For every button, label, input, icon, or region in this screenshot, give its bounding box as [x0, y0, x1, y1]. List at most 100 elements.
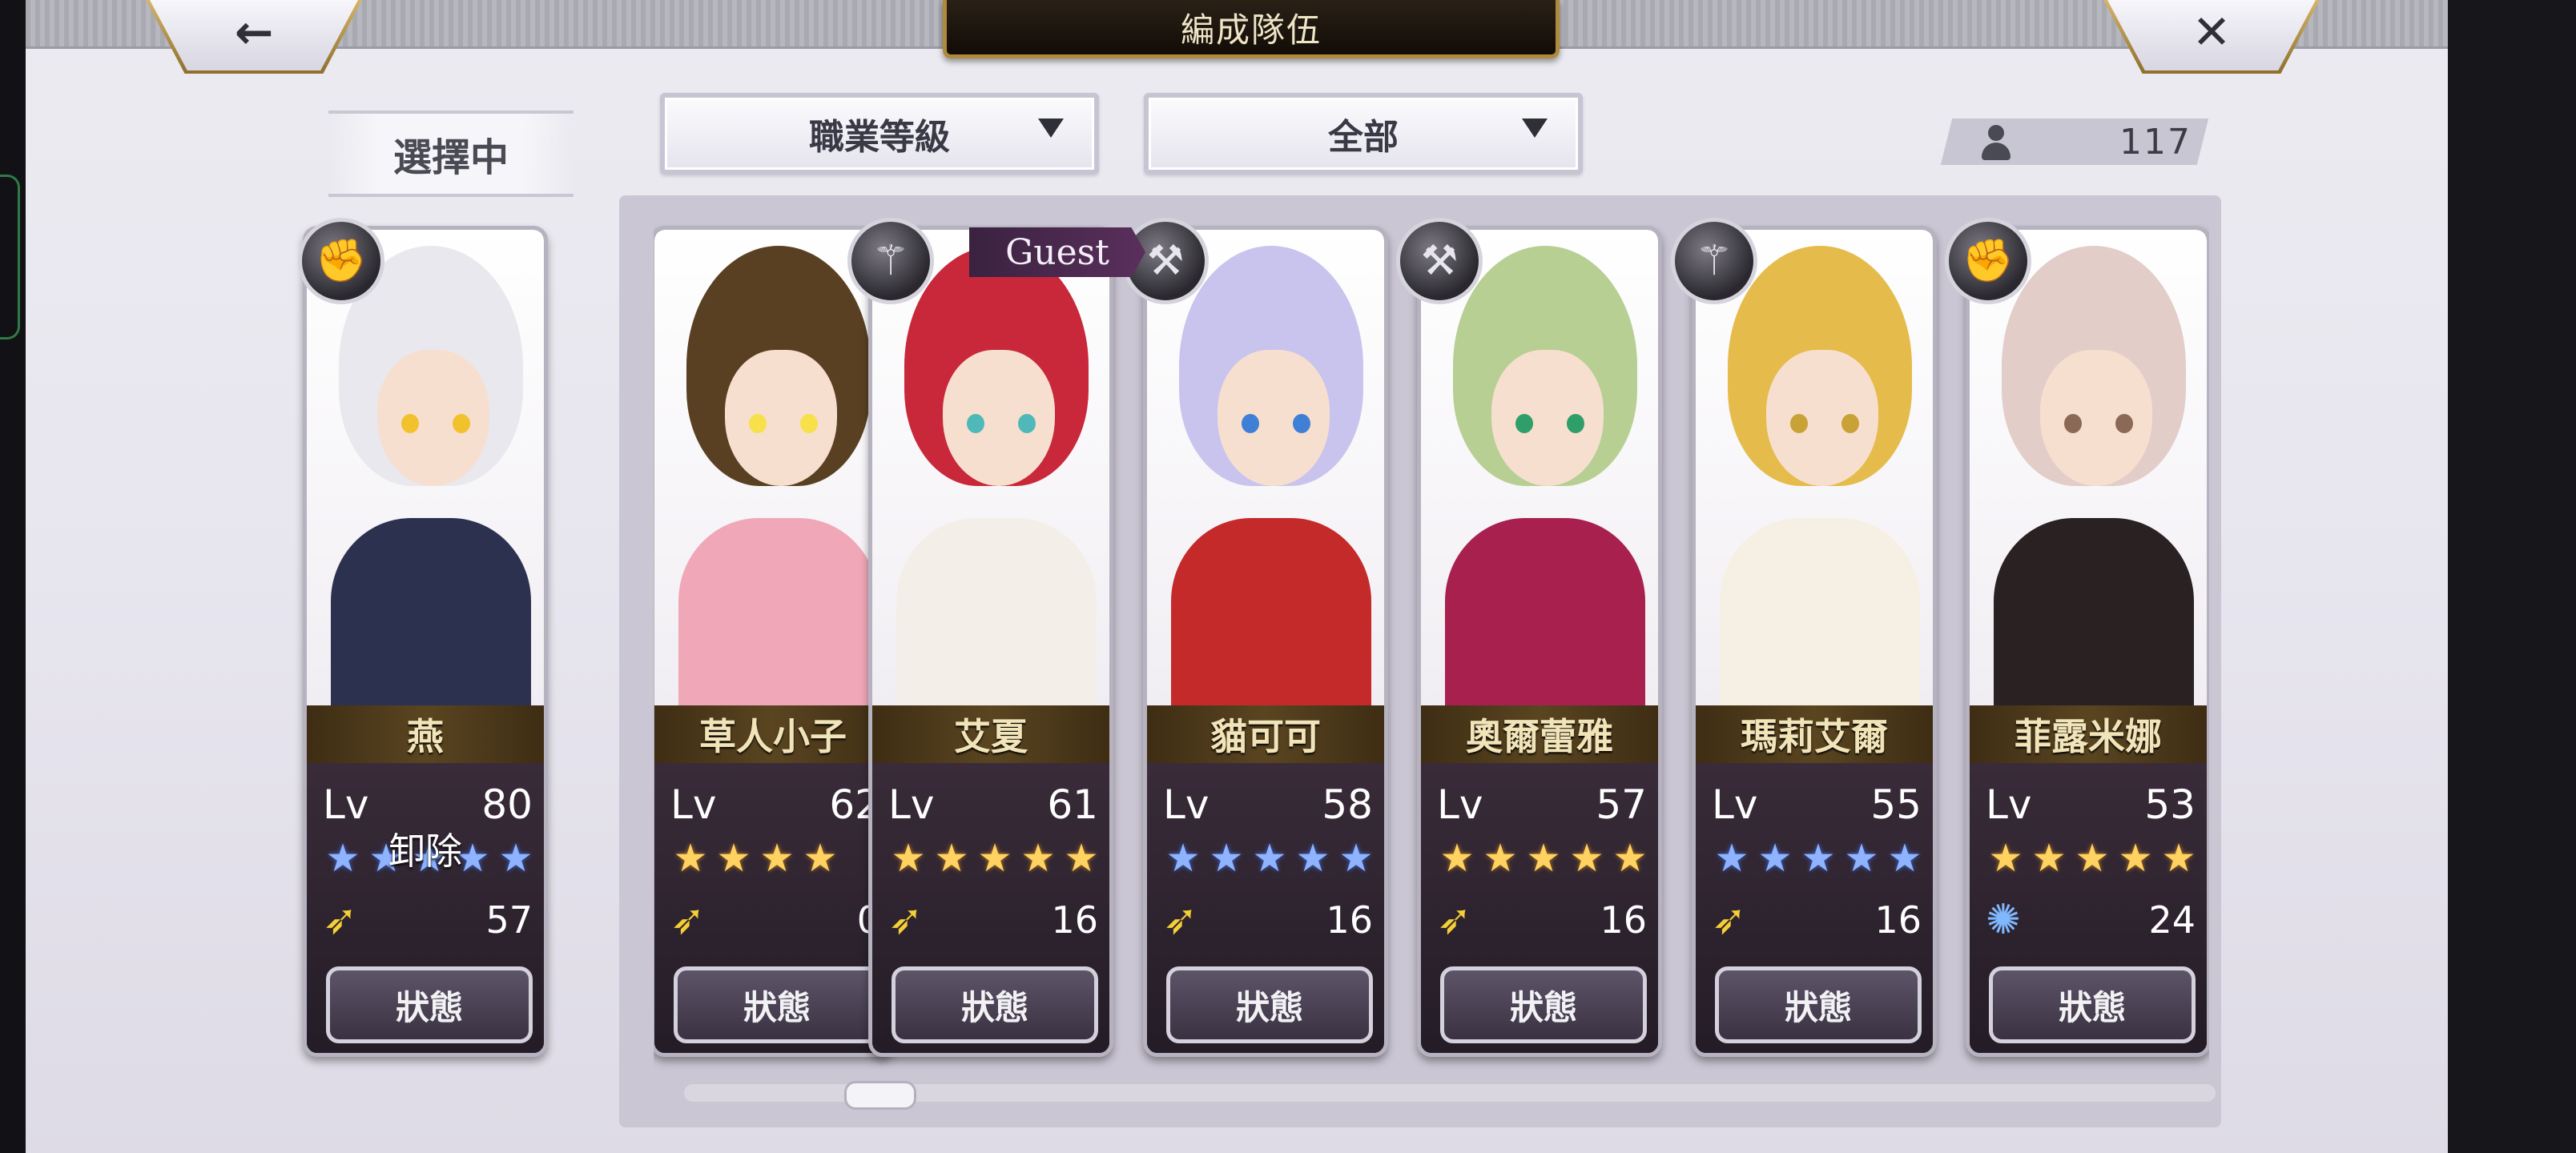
wind-element-icon: ➶ [888, 896, 924, 944]
portrait-eye [453, 414, 470, 433]
side-handle[interactable] [0, 175, 20, 339]
element-value: 16 [1326, 898, 1373, 942]
portrait-outfit [1994, 518, 2194, 726]
character-card[interactable]: 艾夏 Lv 61 ★ ★ ★ ★ ★ ➶ 16 狀態 [868, 226, 1113, 1057]
element-value: 16 [1051, 898, 1098, 942]
portrait-outfit [1720, 518, 1920, 726]
star-icon: ★ [2031, 836, 2067, 881]
character-card[interactable]: 菲露米娜 Lv 53 ★ ★ ★ ★ ★ ✺ 24 狀態 [1966, 226, 2209, 1057]
star-icon: ★ [1439, 836, 1475, 881]
release-label[interactable]: 卸除 [307, 822, 544, 875]
roster-scroll-thumb[interactable] [844, 1081, 916, 1110]
class-glyph: ✊ [1962, 237, 2015, 285]
star-icon: ★ [1165, 836, 1201, 881]
portrait-eye [401, 414, 419, 433]
character-portrait [1421, 230, 1658, 726]
portrait-face [2040, 350, 2152, 486]
portrait-eye [800, 414, 818, 433]
level-label: Lv [1986, 781, 2032, 828]
fist-icon: ✊ [1945, 218, 2031, 304]
status-button[interactable]: 狀態 [1989, 966, 2196, 1043]
element-value: 16 [1874, 898, 1922, 942]
class-glyph: ✊ [315, 237, 368, 285]
portrait-face [1491, 350, 1604, 486]
portrait-eye [1293, 414, 1310, 433]
character-card[interactable]: 草人小子 Lv 62 ★★★★ ➶ 0 狀態 [654, 226, 896, 1057]
star-icon: ★ [2161, 836, 2196, 881]
status-button[interactable]: 狀態 [326, 966, 533, 1043]
water-element-icon: ✺ [1986, 896, 2021, 944]
character-name-band: 瑪莉艾爾 [1696, 705, 1933, 763]
rarity-stars: ★ ★ ★ ★ ★ [1710, 837, 1926, 880]
status-button[interactable]: 狀態 [1166, 966, 1373, 1043]
star-icon: ★ [1612, 836, 1648, 881]
element-row: ➶ 57 [323, 896, 533, 944]
star-icon: ★ [1252, 836, 1287, 881]
selected-slot-label: 選擇中 [328, 110, 574, 197]
portrait-eye [749, 414, 767, 433]
page-title: 編成隊伍 [1180, 10, 1322, 50]
character-name: 瑪莉艾爾 [1741, 715, 1888, 758]
status-button[interactable]: 狀態 [1440, 966, 1647, 1043]
star-icon: ★ [1988, 836, 2023, 881]
rarity-stars: ★ ★ ★ ★ ★ [887, 837, 1103, 880]
wind-element-icon: ➶ [1437, 896, 1472, 944]
level-label: Lv [323, 781, 369, 828]
character-name-band: 艾夏 [872, 705, 1109, 763]
star-icon: ★ [1483, 836, 1518, 881]
status-button-label: 狀態 [1509, 987, 1577, 1027]
character-name-band: 草人小子 [654, 705, 892, 763]
star-icon: ★ [1844, 836, 1879, 881]
class-glyph: ⚒ [1146, 237, 1185, 285]
level-row: Lv 62 [670, 781, 880, 829]
character-name-band: 貓可可 [1147, 705, 1384, 763]
status-button[interactable]: 狀態 [1715, 966, 1922, 1043]
axe-icon: ⚒ [1396, 218, 1483, 304]
portrait-outfit [1445, 518, 1645, 726]
character-portrait [1147, 230, 1384, 726]
level-label: Lv [1437, 781, 1483, 828]
level-label: Lv [1712, 781, 1758, 828]
star-icon: ★ [1569, 836, 1604, 881]
star-icon: ★ [716, 836, 751, 881]
level-value: 57 [1596, 781, 1647, 828]
character-stats: Lv 55 ★ ★ ★ ★ ★ ➶ 16 狀態 [1696, 763, 1933, 1053]
sort-dropdown-value: 職業等級 [809, 117, 950, 158]
portrait-face [943, 350, 1055, 486]
rarity-stars: ★ ★ ★ ★ ★ [1435, 837, 1652, 880]
wind-element-icon: ➶ [670, 896, 706, 944]
level-row: Lv 61 [888, 781, 1098, 829]
chevron-down-icon [1038, 119, 1064, 138]
star-icon: ★ [673, 836, 708, 881]
chevron-down-icon [1522, 119, 1548, 138]
roster-list[interactable]: 草人小子 Lv 62 ★★★★ ➶ 0 狀態 艾夏 [654, 224, 2209, 1073]
star-icon: ★ [1526, 836, 1561, 881]
status-button[interactable]: 狀態 [674, 966, 880, 1043]
level-value: 55 [1870, 781, 1922, 828]
category-dropdown[interactable]: 全部 [1144, 93, 1583, 175]
right-border [2448, 0, 2576, 1153]
level-row: Lv 58 [1163, 781, 1373, 829]
wind-element-icon: ➶ [1712, 896, 1747, 944]
rarity-stars: ★ ★ ★ ★ [669, 837, 885, 880]
rarity-stars: ★ ★ ★ ★ ★ [1984, 837, 2200, 880]
staff-icon: ⚚ [1671, 218, 1757, 304]
status-button[interactable]: 狀態 [892, 966, 1098, 1043]
status-button-label: 狀態 [743, 987, 811, 1027]
character-name: 菲露米娜 [2015, 715, 2162, 758]
person-icon [1978, 123, 2014, 160]
character-card[interactable]: 奧爾蕾雅 Lv 57 ★ ★ ★ ★ ★ ➶ 16 狀態 [1417, 226, 1662, 1057]
class-glyph: ⚚ [871, 237, 910, 285]
star-icon: ★ [934, 836, 969, 881]
character-stats: Lv 53 ★ ★ ★ ★ ★ ✺ 24 狀態 [1970, 763, 2207, 1053]
left-strip [0, 0, 26, 1153]
wind-element-icon: ➶ [323, 896, 358, 944]
character-card[interactable]: 瑪莉艾爾 Lv 55 ★ ★ ★ ★ ★ ➶ 16 狀態 [1692, 226, 1937, 1057]
level-value: 53 [2144, 781, 2196, 828]
sort-dropdown[interactable]: 職業等級 [660, 93, 1099, 175]
class-glyph: ⚒ [1420, 237, 1459, 285]
character-card[interactable]: 貓可可 Lv 58 ★ ★ ★ ★ ★ ➶ 16 狀態 [1143, 226, 1388, 1057]
character-stats: Lv 58 ★ ★ ★ ★ ★ ➶ 16 狀態 [1147, 763, 1384, 1053]
selected-character-card[interactable]: 燕 Lv 80 ★ ★ ★ ★ ★ ➶ 57 狀態 卸除 [303, 226, 548, 1057]
star-icon: ★ [891, 836, 926, 881]
